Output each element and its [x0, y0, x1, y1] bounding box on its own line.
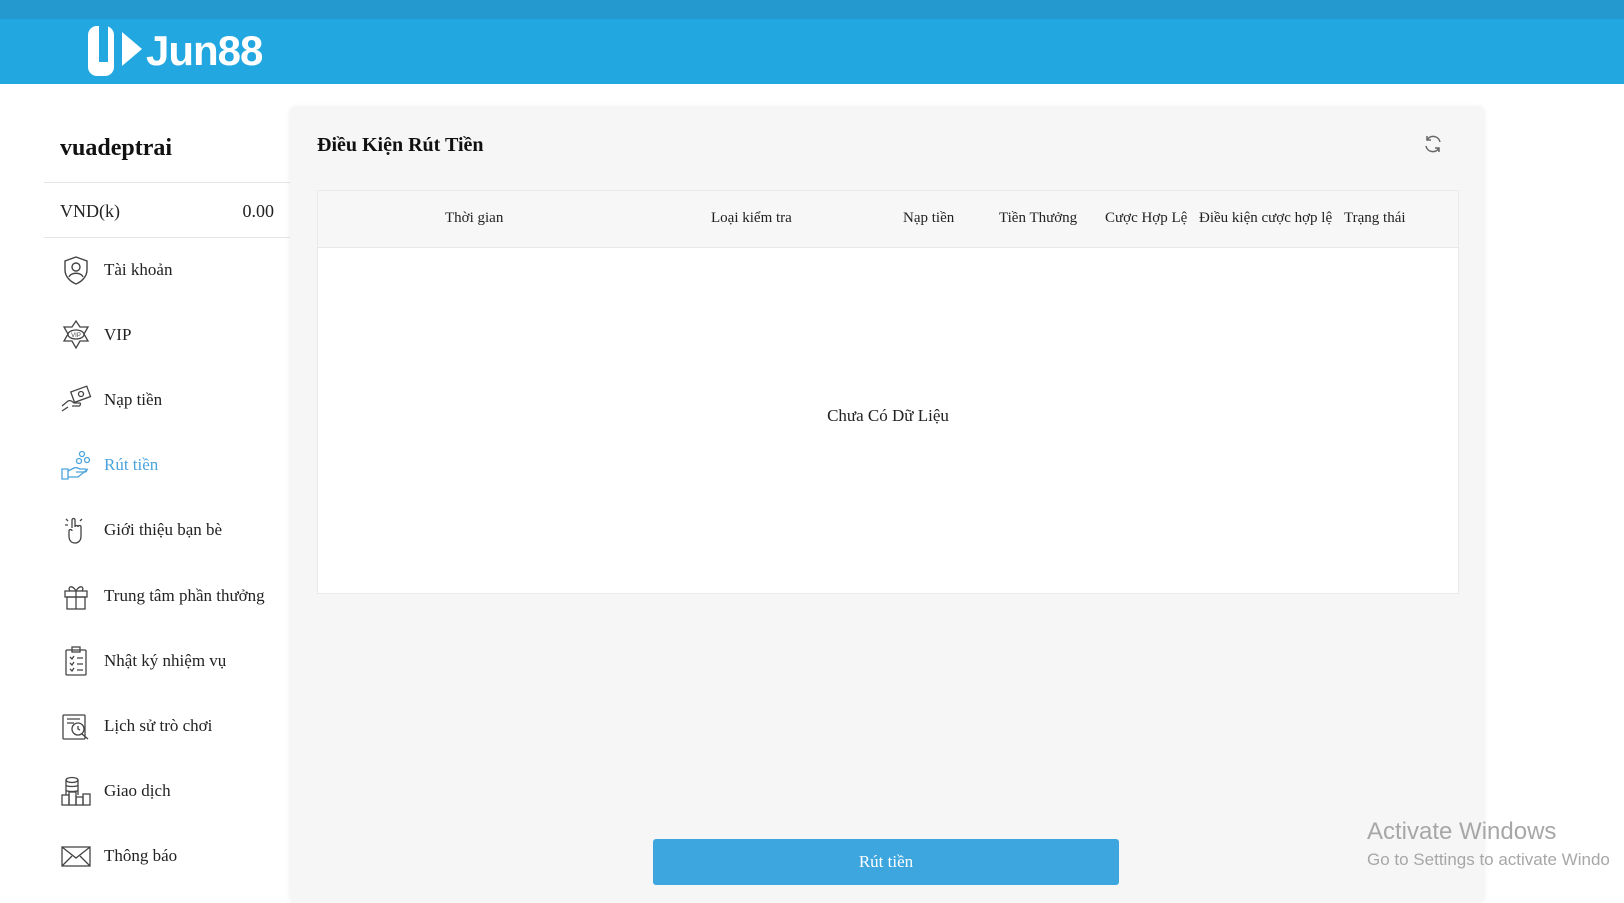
- sidebar-item-vip[interactable]: VIP VIP: [60, 315, 290, 355]
- column-header: Thời gian: [445, 210, 504, 226]
- sidebar-item-label: Giới thiệu bạn bè: [104, 520, 223, 539]
- column-header: Tiền Thưởng: [999, 210, 1078, 226]
- sidebar-item-task-log[interactable]: Nhật ký nhiệm vụ: [60, 641, 290, 681]
- referral-hand-icon: [65, 517, 83, 544]
- sidebar-item-game-history[interactable]: Lịch sử trò chơi: [60, 706, 290, 746]
- username: vuadeptrai: [60, 135, 173, 161]
- sidebar-item-withdraw[interactable]: Rút tiền: [60, 445, 290, 485]
- page-title: Điều Kiện Rút Tiền: [317, 134, 484, 156]
- column-header: Nạp tiền: [903, 210, 955, 226]
- column-header: Cược Hợp Lệ: [1105, 210, 1188, 226]
- watermark-title: Activate Windows: [1367, 818, 1557, 845]
- empty-state-text: Chưa Có Dữ Liệu: [827, 406, 949, 425]
- sidebar-item-account[interactable]: Tài khoản: [60, 250, 290, 290]
- sidebar-item-label: Trung tâm phần thưởng: [104, 586, 265, 605]
- sidebar-item-rewards[interactable]: Trung tâm phần thưởng: [60, 576, 290, 616]
- sidebar-item-label: Thông báo: [104, 846, 178, 865]
- deposit-hand-icon: [61, 385, 92, 412]
- sidebar-item-label: Rút tiền: [104, 455, 159, 474]
- sidebar-item-label: Nhật ký nhiệm vụ: [104, 651, 227, 670]
- svg-text:VIP: VIP: [71, 333, 81, 339]
- column-header: Trạng thái: [1344, 210, 1406, 226]
- shield-user-icon: [64, 256, 88, 285]
- windows-activation-watermark: Activate Windows Go to Settings to activ…: [1367, 818, 1610, 870]
- sidebar-item-label: VIP: [104, 325, 132, 344]
- logo-text: Jun88: [146, 27, 263, 74]
- sidebar: vuadeptrai VND(k) 0.00 Tài khoản VIP VIP…: [44, 113, 290, 903]
- conditions-table: Thời gian Loại kiểm tra Nạp tiền Tiền Th…: [317, 190, 1459, 594]
- header: Jun88: [0, 19, 1624, 84]
- mail-icon: [61, 846, 91, 867]
- sidebar-item-label: Giao dịch: [104, 781, 171, 800]
- vip-badge-icon: VIP: [62, 319, 90, 350]
- sidebar-item-deposit[interactable]: Nạp tiền: [60, 380, 290, 420]
- sidebar-item-notifications[interactable]: Thông báo: [60, 836, 290, 876]
- divider: [44, 237, 290, 238]
- sidebar-item-label: Lịch sử trò chơi: [104, 716, 213, 735]
- transaction-coins-icon: [61, 776, 91, 806]
- sidebar-item-label: Tài khoản: [104, 260, 173, 279]
- sidebar-item-referral[interactable]: Giới thiệu bạn bè: [60, 510, 290, 550]
- sidebar-item-transactions[interactable]: Giao dịch: [60, 771, 290, 811]
- game-history-icon: [62, 714, 89, 740]
- balance-value: 0.00: [242, 201, 275, 221]
- withdraw-coins-icon: [61, 450, 91, 480]
- jun88-logo[interactable]: Jun88: [86, 23, 263, 79]
- column-header: Điều kiện cược hợp lệ: [1199, 210, 1333, 226]
- withdraw-conditions-panel: Điều Kiện Rút Tiền Thời gian Loại kiểm t…: [290, 107, 1484, 903]
- column-header: Loại kiểm tra: [711, 210, 792, 226]
- logo-mark-icon: [88, 26, 142, 76]
- task-list-icon: [65, 646, 87, 676]
- refresh-icon[interactable]: [1422, 133, 1444, 155]
- withdraw-button[interactable]: Rút tiền: [653, 839, 1119, 885]
- table-header: Thời gian Loại kiểm tra Nạp tiền Tiền Th…: [318, 191, 1458, 248]
- divider: [44, 182, 290, 183]
- watermark-subtitle: Go to Settings to activate Windo: [1367, 850, 1610, 869]
- balance-label: VND(k): [60, 201, 120, 221]
- top-strip: [0, 0, 1624, 19]
- gift-icon: [64, 586, 88, 610]
- sidebar-item-label: Nạp tiền: [104, 390, 163, 409]
